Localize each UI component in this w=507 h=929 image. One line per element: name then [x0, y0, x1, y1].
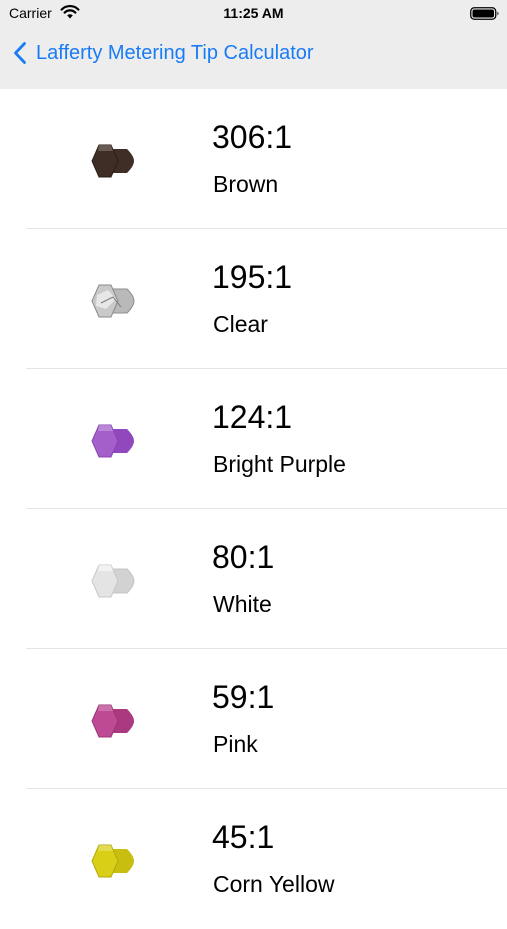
ratio-label: 45:1 — [212, 819, 275, 855]
color-name-label: Corn Yellow — [213, 871, 335, 897]
ratio-label: 195:1 — [212, 259, 293, 295]
color-name-label: White — [213, 591, 272, 617]
status-time: 11:25 AM — [223, 5, 284, 21]
metering-tip-white-icon — [91, 564, 135, 598]
metering-tip-clear-icon — [91, 284, 135, 318]
color-name-label: Bright Purple — [213, 451, 346, 477]
list-item[interactable]: 80:1 White — [0, 509, 507, 649]
ratio-label: 306:1 — [212, 119, 293, 155]
metering-tip-corn-yellow-icon — [91, 844, 134, 878]
battery-icon — [470, 7, 499, 20]
status-bar: Carrier 11:25 AM — [0, 0, 507, 28]
navigation-bar: Lafferty Metering Tip Calculator — [0, 28, 507, 78]
ratio-label: 80:1 — [212, 539, 275, 575]
back-button[interactable]: Lafferty Metering Tip Calculator — [12, 38, 314, 68]
color-name-label: Clear — [213, 311, 268, 337]
list-item[interactable]: 45:1 Corn Yellow — [0, 789, 507, 929]
color-name-label: Pink — [213, 731, 258, 757]
metering-tip-brown-icon — [91, 144, 134, 178]
metering-tip-bright-purple-icon — [91, 424, 134, 458]
list-item[interactable]: 195:1 Clear — [0, 229, 507, 369]
list-item[interactable]: 306:1 Brown — [0, 89, 507, 229]
chevron-left-icon — [14, 42, 26, 64]
ratio-label: 59:1 — [212, 679, 275, 715]
metering-tip-list: 306:1 Brown 195:1 Clear 124:1 Bright Pur… — [0, 89, 507, 929]
top-bar: Carrier 11:25 AM Lafferty Metering Tip C… — [0, 0, 507, 89]
color-name-label: Brown — [213, 171, 279, 197]
metering-tip-pink-icon — [91, 704, 134, 738]
back-button-label: Lafferty Metering Tip Calculator — [36, 41, 314, 64]
ratio-label: 124:1 — [212, 399, 293, 435]
list-item[interactable]: 124:1 Bright Purple — [0, 369, 507, 509]
list-item[interactable]: 59:1 Pink — [0, 649, 507, 789]
